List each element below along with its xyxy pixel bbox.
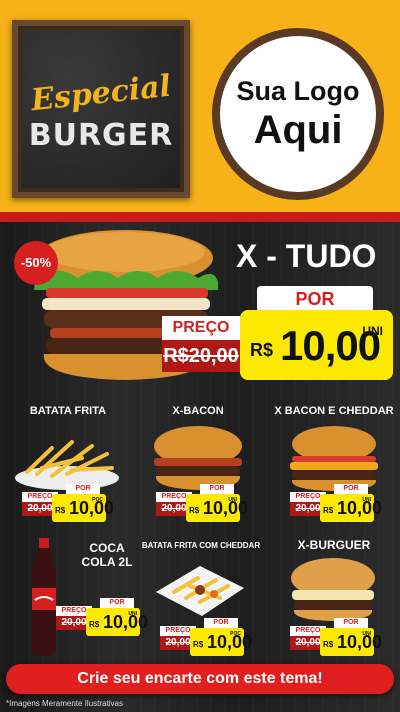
featured-price: 10,00 — [280, 322, 381, 369]
product-price-tag: PREÇO 20,00 POR UNI R$ 10,00 — [56, 598, 152, 642]
product-name: COCA COLA 2L — [81, 541, 133, 569]
product-price-tag: PREÇO 20,00 POR POC R$ 10,00 — [160, 618, 256, 662]
por-label: POR — [257, 286, 373, 312]
header-banner: Especial BURGER Sua Logo Aqui — [0, 0, 400, 222]
por-label: POR — [204, 618, 238, 628]
discount-badge: -50% — [14, 241, 58, 285]
currency-label: R$ — [193, 640, 204, 649]
board-burger-text: BURGER — [28, 118, 174, 153]
product-name: BATATA FRITA — [29, 405, 107, 417]
price-value: 10,00 — [207, 632, 253, 652]
product-name: X-BURGUER — [297, 538, 371, 552]
cheddar-fries-image — [156, 566, 244, 616]
x-bacon-image — [154, 426, 242, 490]
fries-image — [15, 440, 119, 490]
logo-line2: Aqui — [253, 108, 343, 152]
price-value: 10,00 — [337, 632, 383, 652]
featured-price-box: UNI R$ 10,00 — [240, 310, 393, 380]
price-value: 10,00 — [69, 498, 115, 518]
price-value: 10,00 — [203, 498, 249, 518]
price-value: 10,00 — [103, 612, 149, 632]
old-price-tag: PREÇO R$20,00 — [162, 316, 242, 374]
price-value: 10,00 — [337, 498, 383, 518]
price-box: UNI R$ 10,00 — [320, 494, 382, 522]
x-burguer-image — [291, 558, 375, 621]
por-label: POR — [100, 598, 134, 608]
price-box: UNI R$ 10,00 — [186, 494, 248, 522]
create-flyer-button[interactable]: Crie seu encarte com este tema! — [6, 664, 394, 694]
x-bacon-cheddar-image — [290, 426, 378, 491]
product-price-tag: PREÇO 20,00 POR UNI R$ 10,00 — [156, 484, 252, 528]
currency-label: R$ — [55, 506, 66, 515]
currency-label: R$ — [189, 506, 200, 515]
por-label: POR — [200, 484, 234, 494]
product-price-tag: PREÇO 20,00 POR UNI R$ 10,00 — [290, 618, 386, 662]
product-name: BATATA FRITA COM CHEDDAR — [141, 541, 261, 550]
product-name: X BACON E CHEDDAR — [274, 405, 394, 417]
chalkboard-sign: Especial BURGER — [12, 20, 190, 198]
currency-label: R$ — [323, 506, 334, 515]
featured-title: X - TUDO — [236, 238, 377, 274]
price-box: UNI R$ 10,00 — [320, 628, 382, 656]
logo-line1: Sua Logo — [236, 76, 360, 106]
currency-label: R$ — [250, 340, 274, 360]
product-price-tag: PREÇO 20,00 POR UNI R$ 10,00 — [290, 484, 386, 528]
preco-label: PREÇO — [162, 316, 240, 340]
currency-label: R$ — [323, 640, 334, 649]
por-label: POR — [66, 484, 100, 494]
product-name: X-BACON — [172, 405, 224, 417]
price-box: POC R$ 10,00 — [190, 628, 252, 656]
price-box: POC R$ 10,00 — [52, 494, 114, 522]
currency-label: R$ — [89, 620, 100, 629]
product-price-tag: PREÇO 20,00 POR POC R$ 10,00 — [22, 484, 118, 528]
old-price: R$20,00 — [162, 340, 240, 372]
por-label: POR — [334, 484, 368, 494]
por-label: POR — [334, 618, 368, 628]
footnote: *Imagens Meramente Ilustrativas — [6, 699, 123, 708]
logo-placeholder[interactable]: Sua Logo Aqui — [212, 28, 384, 200]
price-box: UNI R$ 10,00 — [86, 608, 148, 636]
board-especial-text: Especial — [29, 68, 173, 119]
